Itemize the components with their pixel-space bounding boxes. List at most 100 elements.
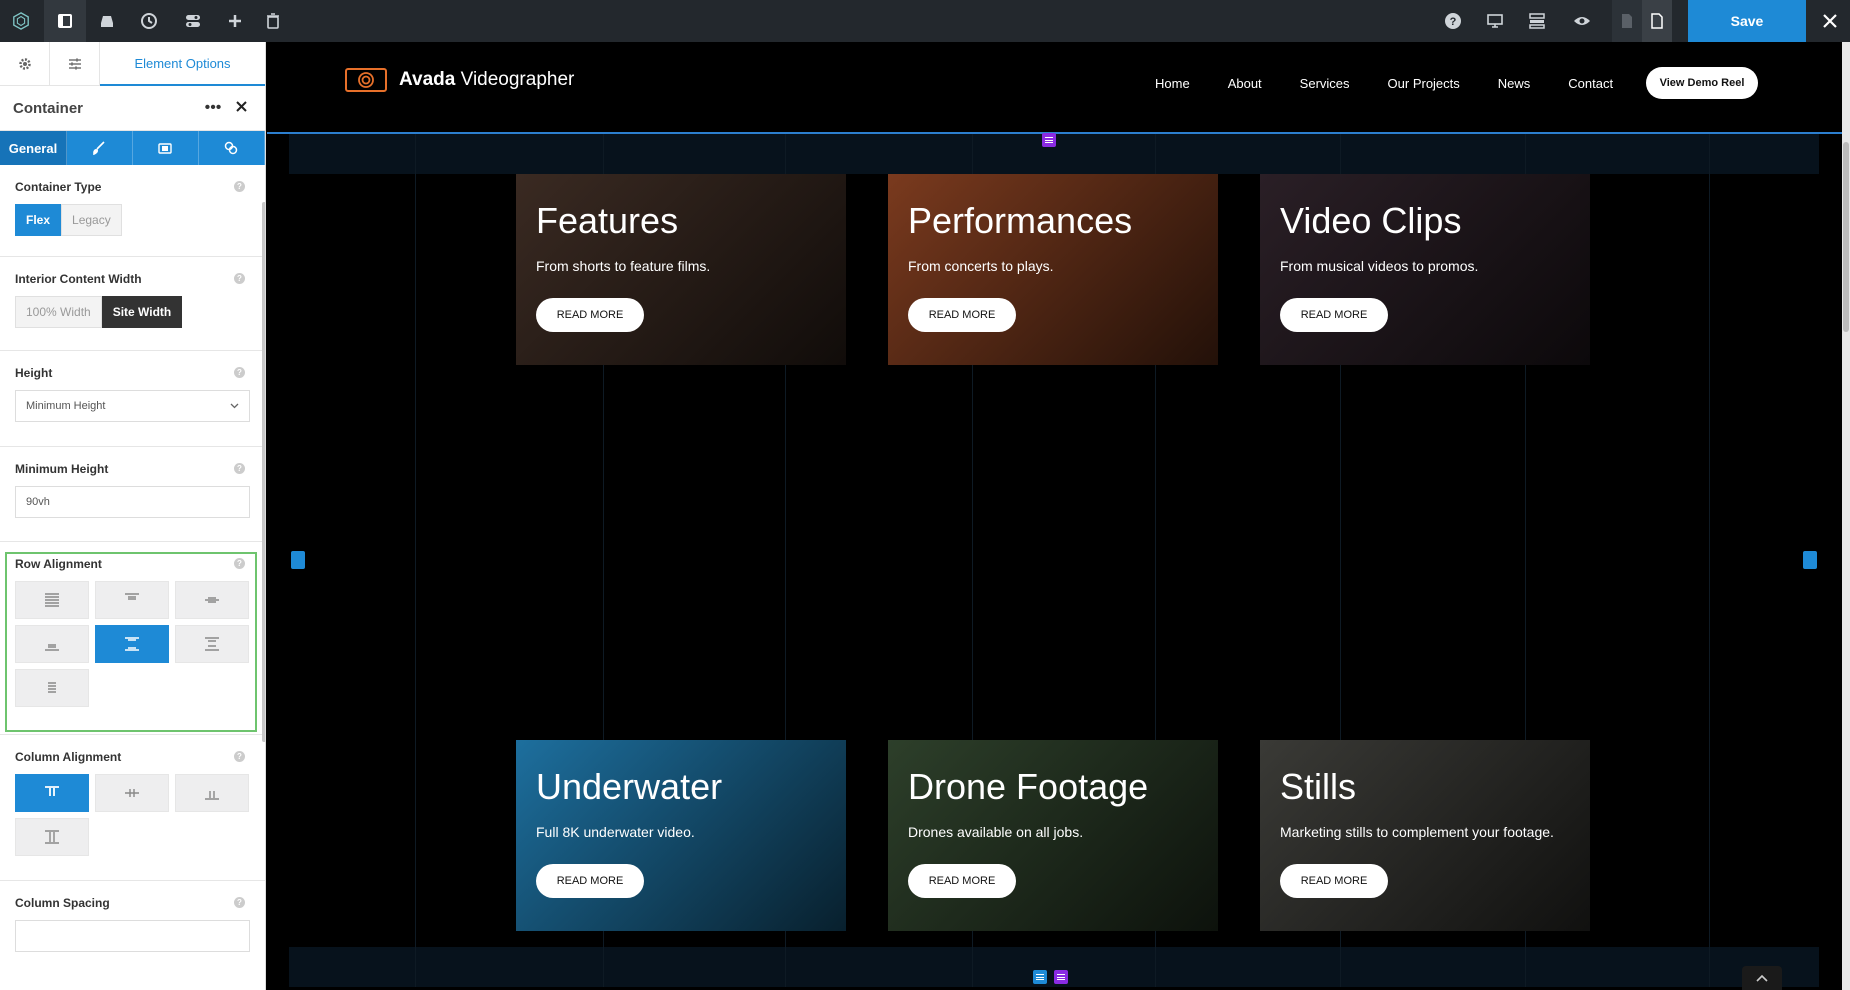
align-space-evenly-icon[interactable]	[15, 669, 89, 707]
right-resize-handle-icon[interactable]	[1803, 551, 1817, 569]
save-button[interactable]: Save	[1688, 0, 1806, 42]
chevron-down-icon	[230, 403, 239, 409]
read-more-button[interactable]: READ MORE	[1280, 864, 1388, 898]
nav-home[interactable]: Home	[1155, 76, 1190, 91]
sidebar-scrollbar[interactable]	[262, 202, 265, 742]
logo-text: Videographer	[460, 69, 575, 90]
read-more-button[interactable]: READ MORE	[908, 298, 1016, 332]
site-logo[interactable]: Avada Videographer	[345, 68, 574, 92]
column-align-bottom-icon[interactable]	[175, 774, 249, 812]
option-height: Height ? Minimum Height	[0, 351, 265, 447]
option-subtabs: General	[0, 131, 265, 165]
card-title: Stills	[1280, 766, 1357, 807]
sidebar-toggle-icon[interactable]	[44, 0, 86, 42]
help-icon[interactable]: ?	[234, 273, 245, 284]
card-stills[interactable]: Stills Marketing stills to complement yo…	[1260, 740, 1590, 931]
layout-icon[interactable]	[1516, 0, 1558, 42]
nav-news[interactable]: News	[1498, 76, 1531, 91]
option-label: Interior Content Width	[15, 272, 142, 286]
option-column-alignment: Column Alignment ?	[0, 735, 265, 881]
height-select-value: Minimum Height	[26, 400, 106, 412]
tab-element-options[interactable]: Element Options	[100, 42, 265, 86]
legacy-button[interactable]: Legacy	[61, 204, 122, 236]
align-space-around-icon[interactable]	[175, 625, 249, 663]
svg-text:?: ?	[1450, 16, 1457, 28]
flex-button[interactable]: Flex	[15, 204, 62, 236]
help-icon[interactable]: ?	[234, 558, 245, 569]
brush-icon[interactable]	[67, 131, 133, 165]
add-element-icon[interactable]	[214, 0, 256, 42]
page-scrollbar[interactable]	[1842, 42, 1850, 990]
minimum-height-input[interactable]: 90vh	[15, 486, 250, 518]
column-align-top-icon[interactable]	[15, 774, 89, 812]
nav-services[interactable]: Services	[1300, 76, 1350, 91]
column-alignment-grid	[15, 774, 250, 856]
close-panel-icon[interactable]	[230, 99, 252, 117]
nav-contact[interactable]: Contact	[1568, 76, 1613, 91]
row-handle-icon[interactable]	[1033, 970, 1047, 984]
scroll-to-top-icon[interactable]	[1742, 966, 1782, 990]
column-align-stretch-icon[interactable]	[15, 818, 89, 856]
view-demo-reel-button[interactable]: View Demo Reel	[1646, 67, 1758, 99]
site-header: Avada Videographer Home About Services O…	[267, 42, 1842, 132]
help-icon[interactable]: ?	[234, 897, 245, 908]
page-scrollbar-thumb[interactable]	[1843, 142, 1849, 332]
card-video-clips[interactable]: Video Clips From musical videos to promo…	[1260, 174, 1590, 365]
help-icon[interactable]: ?	[1432, 0, 1474, 42]
trash-icon[interactable]	[252, 0, 294, 42]
card-underwater[interactable]: Underwater Full 8K underwater video. REA…	[516, 740, 846, 931]
card-drone-footage[interactable]: Drone Footage Drones available on all jo…	[888, 740, 1218, 931]
align-bottom-icon[interactable]	[15, 625, 89, 663]
read-more-button[interactable]: READ MORE	[1280, 298, 1388, 332]
panel-title: Container	[13, 99, 84, 117]
site-width-button[interactable]: Site Width	[101, 296, 183, 328]
gear-icon[interactable]	[0, 42, 50, 86]
element-options-sidebar: Element Options Container ••• General Co…	[0, 42, 266, 990]
desktop-preview-icon[interactable]	[1474, 0, 1516, 42]
option-minimum-height: Minimum Height ? 90vh	[0, 447, 265, 542]
align-space-between-icon[interactable]	[95, 625, 169, 663]
grid-line	[415, 134, 416, 987]
align-stretch-icon[interactable]	[15, 581, 89, 619]
help-icon[interactable]: ?	[234, 367, 245, 378]
page-draft-icon[interactable]	[1612, 0, 1642, 42]
tab-general[interactable]: General	[0, 131, 67, 165]
card-performances[interactable]: Performances From concerts to plays. REA…	[888, 174, 1218, 365]
help-icon[interactable]: ?	[234, 181, 245, 192]
height-select[interactable]: Minimum Height	[15, 390, 250, 422]
nav-our-projects[interactable]: Our Projects	[1388, 76, 1460, 91]
extras-icon[interactable]	[199, 131, 265, 165]
history-icon[interactable]	[128, 0, 170, 42]
align-top-icon[interactable]	[95, 581, 169, 619]
full-width-button[interactable]: 100% Width	[15, 296, 102, 328]
read-more-button[interactable]: READ MORE	[908, 864, 1016, 898]
page-icon[interactable]	[1642, 0, 1672, 42]
avada-logo-icon[interactable]	[0, 0, 42, 42]
card-subtitle: From concerts to plays.	[908, 258, 1054, 274]
card-features[interactable]: Features From shorts to feature films. R…	[516, 174, 846, 365]
column-spacing-input[interactable]	[15, 920, 250, 952]
preview-eye-icon[interactable]	[1561, 0, 1603, 42]
left-resize-handle-icon[interactable]	[291, 551, 305, 569]
close-builder-icon[interactable]	[1810, 0, 1850, 42]
nav-about[interactable]: About	[1228, 76, 1262, 91]
container-end-handle-icon[interactable]	[1054, 970, 1068, 984]
more-options-icon[interactable]: •••	[202, 99, 224, 117]
background-icon[interactable]	[133, 131, 199, 165]
container-handle-icon[interactable]	[1042, 133, 1056, 147]
card-title: Performances	[908, 200, 1133, 241]
library-icon[interactable]	[86, 0, 128, 42]
help-icon[interactable]: ?	[234, 463, 245, 474]
option-row-alignment: Row Alignment ?	[0, 542, 265, 735]
align-center-icon[interactable]	[175, 581, 249, 619]
settings-toggle-icon[interactable]	[172, 0, 214, 42]
option-label: Minimum Height	[15, 462, 109, 476]
help-icon[interactable]: ?	[234, 751, 245, 762]
sliders-icon[interactable]	[50, 42, 100, 86]
option-label: Height	[15, 366, 53, 380]
logo-text-bold: Avada	[399, 69, 456, 90]
column-align-center-icon[interactable]	[95, 774, 169, 812]
option-label: Row Alignment	[15, 557, 102, 571]
read-more-button[interactable]: READ MORE	[536, 864, 644, 898]
read-more-button[interactable]: READ MORE	[536, 298, 644, 332]
